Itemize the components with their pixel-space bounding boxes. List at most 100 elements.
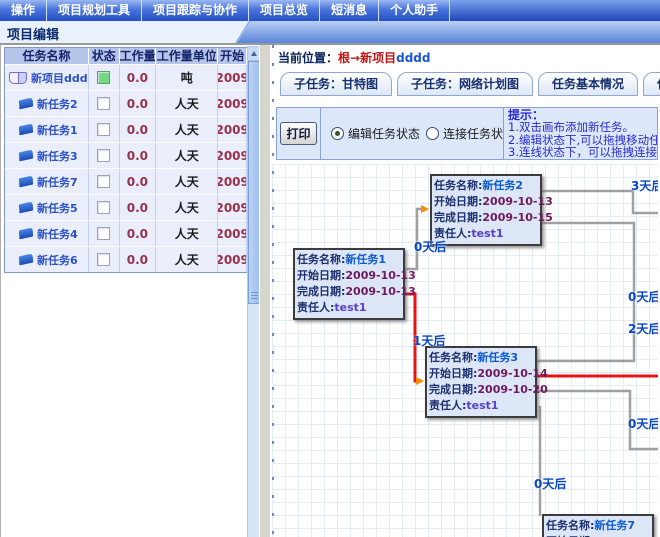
- tab[interactable]: 子任务：网络计划图: [397, 72, 533, 96]
- task-name-label: 新任务1: [37, 122, 78, 138]
- page-title: 项目编辑: [7, 24, 59, 43]
- start-date-cell: 2009: [218, 91, 247, 116]
- status-checkbox[interactable]: [97, 71, 110, 84]
- diagram-toolbar: 打印 编辑任务状态 连接任务状态 提示： 1.双击画布添加新任务。2.编辑状态下…: [276, 107, 658, 160]
- status-checkbox[interactable]: [97, 253, 110, 266]
- column-header[interactable]: 开始: [218, 48, 247, 64]
- table-row[interactable]: 新项目dddd0.0吨2009: [5, 64, 247, 90]
- network-diagram-canvas[interactable]: 任务名称:新任务2开始日期:2009-10-13完成日期:2009-10-15责…: [272, 164, 658, 537]
- task-node[interactable]: 任务名称:新任务3开始日期:2009-10-14完成日期:2009-10-20责…: [425, 346, 537, 418]
- task-node-field: 任务名称:新任务2: [434, 178, 540, 194]
- workload-cell: 0.0: [120, 169, 157, 194]
- menu-item[interactable]: 个人助手: [379, 0, 450, 21]
- unit-cell: 人天: [156, 195, 218, 220]
- workload-cell: 0.0: [120, 195, 157, 220]
- task-node-field: 任务名称:新任务3: [429, 350, 535, 366]
- breadcrumb-project-suffix[interactable]: dddd: [396, 51, 430, 65]
- mode-radios: 编辑任务状态 连接任务状态: [321, 108, 504, 159]
- table-header-row: 任务名称状态工作量工作量单位开始: [5, 48, 247, 64]
- menu-item[interactable]: 项目规划工具: [47, 0, 142, 21]
- menu-item[interactable]: 短消息: [320, 0, 379, 21]
- task-name-cell: 新任务2: [5, 91, 89, 116]
- table-row[interactable]: 新任务10.0人天2009: [5, 116, 247, 142]
- task-table: 任务名称状态工作量工作量单位开始新项目dddd0.0吨2009新任务20.0人天…: [4, 47, 248, 273]
- status-cell: [89, 65, 120, 90]
- status-cell: [89, 247, 120, 272]
- arrowhead-icon: [416, 377, 424, 385]
- field-value: 新任务1: [345, 253, 386, 266]
- task-node-field: 责任人:test1: [429, 398, 535, 414]
- task-list-panel: 任务名称状态工作量工作量单位开始新项目dddd0.0吨2009新任务20.0人天…: [0, 45, 260, 537]
- book-icon: [19, 176, 33, 188]
- field-label: 完成日期:: [434, 211, 482, 224]
- status-checkbox[interactable]: [97, 175, 110, 188]
- column-header[interactable]: 工作量单位: [156, 48, 218, 64]
- connect-mode-radio[interactable]: [426, 127, 439, 140]
- breadcrumb-arrow-icon: →: [350, 51, 360, 65]
- task-node[interactable]: 任务名称:新任务7开始日期:2009-10-20: [542, 514, 654, 537]
- book-icon: [19, 150, 33, 162]
- menu-item[interactable]: 项目总览: [249, 0, 320, 21]
- edge-delay-label: 0天后: [534, 475, 566, 492]
- workload-cell: 0.0: [120, 65, 157, 90]
- field-value: test1: [334, 301, 366, 314]
- task-node-field: 任务名称:新任务7: [546, 518, 652, 534]
- column-header[interactable]: 状态: [89, 48, 120, 64]
- column-header[interactable]: 工作量: [120, 48, 157, 64]
- connect-mode-label: 连接任务状态: [443, 125, 504, 142]
- status-checkbox[interactable]: [97, 201, 110, 214]
- menu-item[interactable]: 操作: [0, 0, 47, 21]
- breadcrumb: 当前位置：根→新项目dddd: [278, 49, 430, 66]
- field-value: 新任务3: [477, 351, 518, 364]
- field-value: 2009-10-14: [477, 367, 547, 380]
- table-row[interactable]: 新任务30.0人天2009: [5, 142, 247, 168]
- task-node-field: 开始日期:2009-10-14: [429, 366, 535, 382]
- print-button[interactable]: 打印: [280, 122, 316, 145]
- field-label: 开始日期:: [429, 367, 477, 380]
- workload-cell: 0.0: [120, 117, 157, 142]
- table-row[interactable]: 新任务20.0人天2009: [5, 90, 247, 116]
- table-row[interactable]: 新任务50.0人天2009: [5, 194, 247, 220]
- table-row[interactable]: 新任务40.0人天2009: [5, 220, 247, 246]
- edge-delay-label: 0天后: [628, 415, 658, 432]
- edit-mode-radio[interactable]: [331, 127, 344, 140]
- status-checkbox[interactable]: [97, 227, 110, 240]
- table-row[interactable]: 新任务60.0人天2009: [5, 246, 247, 272]
- edge-delay-label: 0天后: [414, 238, 446, 255]
- status-checkbox[interactable]: [97, 149, 110, 162]
- field-value: 新任务7: [594, 519, 635, 532]
- column-header[interactable]: 任务名称: [5, 48, 89, 64]
- field-label: 任务名称:: [297, 253, 345, 266]
- task-name-cell: 新任务3: [5, 143, 89, 168]
- field-value: 2009-10-20: [477, 383, 547, 396]
- tab[interactable]: 子任务：甘特图: [280, 72, 392, 96]
- splitter-dots-icon: [272, 45, 274, 537]
- breadcrumb-project-link[interactable]: 新项目: [360, 51, 396, 65]
- status-cell: [89, 221, 120, 246]
- breadcrumb-label: 当前位置：: [278, 51, 338, 65]
- task-node-field: 完成日期:2009-10-15: [434, 210, 540, 226]
- table-row[interactable]: 新任务70.0人天2009: [5, 168, 247, 194]
- breadcrumb-root-link[interactable]: 根: [338, 51, 350, 65]
- start-date-cell: 2009: [218, 169, 247, 194]
- status-checkbox[interactable]: [97, 123, 110, 136]
- tab[interactable]: 任务变更: [643, 72, 660, 96]
- menubar: 操作项目规划工具项目跟踪与协作项目总览短消息个人助手: [0, 0, 660, 21]
- field-label: 责任人:: [429, 399, 466, 412]
- field-label: 任务名称:: [546, 519, 594, 532]
- task-name-cell: 新任务6: [5, 247, 89, 272]
- status-cell: [89, 91, 120, 116]
- task-node[interactable]: 任务名称:新任务2开始日期:2009-10-13完成日期:2009-10-15责…: [430, 174, 542, 246]
- workload-cell: 0.0: [120, 221, 157, 246]
- status-cell: [89, 143, 120, 168]
- status-checkbox[interactable]: [97, 97, 110, 110]
- menu-item[interactable]: 项目跟踪与协作: [142, 0, 249, 21]
- arrowhead-icon: [421, 205, 429, 213]
- tab[interactable]: 任务基本情况: [538, 72, 638, 96]
- task-name-label: 新任务7: [37, 174, 78, 190]
- connector-line: [540, 191, 658, 213]
- task-name-cell: 新任务7: [5, 169, 89, 194]
- connector-line: [537, 223, 634, 361]
- start-date-cell: 2009: [218, 143, 247, 168]
- task-node[interactable]: 任务名称:新任务1开始日期:2009-10-13完成日期:2009-10-13责…: [293, 248, 405, 320]
